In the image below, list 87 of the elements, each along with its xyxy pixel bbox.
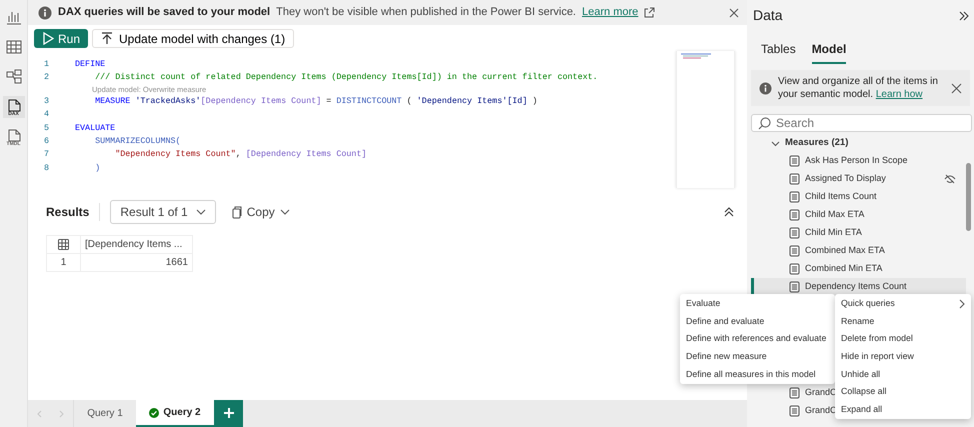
info-icon <box>38 6 52 20</box>
collapse-icon <box>723 206 735 218</box>
learn-how-link[interactable]: Learn how <box>876 89 923 100</box>
banner-message: They won't be visible when published in the Power BI service. <box>276 5 576 20</box>
menu-item[interactable]: Quick queries <box>835 295 971 313</box>
measure-item[interactable]: Child Min ETA <box>751 224 966 242</box>
tree-node[interactable]: Measures (21) <box>751 134 966 152</box>
measure-icon <box>789 405 800 417</box>
external-link-icon <box>644 7 656 18</box>
run-button[interactable]: Run <box>34 29 88 48</box>
code-line: SUMMARIZECOLUMNS( <box>94 134 181 148</box>
learn-more-link[interactable]: Learn more <box>582 4 638 21</box>
plus-icon <box>224 408 234 418</box>
next-icon <box>58 410 65 418</box>
table-cell: 1661 <box>80 254 192 272</box>
measure-item[interactable]: Child Items Count <box>751 188 966 206</box>
menu-item[interactable]: Unhide all <box>835 365 971 383</box>
line-number: 3 <box>42 94 50 108</box>
info-text: View and organize all of the items in your semantic model. Learn how <box>778 75 939 101</box>
previous-icon <box>36 410 42 418</box>
measure-icon <box>789 263 800 275</box>
close-icon <box>729 8 739 18</box>
menu-item[interactable]: Define and evaluate <box>680 312 835 330</box>
chevron-down-icon <box>196 209 206 215</box>
measure-item[interactable]: Combined Max ETA <box>751 242 966 260</box>
play-icon <box>42 32 54 45</box>
minimap-lines-drawing <box>680 53 711 59</box>
column-header[interactable]: [Dependency Items ... <box>80 236 192 254</box>
measure-item[interactable]: Combined Min ETA <box>751 260 966 278</box>
measure-icon <box>789 281 800 293</box>
search-field[interactable]: Search <box>751 114 972 132</box>
line-number: 7 <box>42 148 50 162</box>
measure-item[interactable]: GrandC <box>751 384 837 402</box>
menu-item[interactable]: Expand all <box>835 400 971 418</box>
chevron-down-icon <box>771 138 780 148</box>
code-line: EVALUATE <box>75 122 116 135</box>
upload-icon <box>101 32 114 45</box>
update-model-button[interactable]: Update model with changes (1) <box>92 29 294 48</box>
menu-item[interactable]: Define with references and evaluate <box>680 330 835 348</box>
results-title: Results <box>46 203 100 221</box>
code-line: DEFINE <box>75 58 106 71</box>
query-tab[interactable]: Query 2 <box>136 400 214 427</box>
line-number: 5 <box>42 122 50 135</box>
info-icon <box>759 82 772 94</box>
measure-item[interactable]: Child Max ETA <box>751 206 966 224</box>
line-number: 1 <box>42 58 50 71</box>
measure-icon <box>789 155 800 167</box>
copy-button[interactable]: Copy <box>226 203 296 221</box>
line-number: 6 <box>42 134 50 148</box>
panel-tab[interactable]: Tables <box>761 40 796 64</box>
menu-item[interactable]: Evaluate <box>680 295 835 313</box>
result-picker[interactable]: Result 1 of 1 <box>110 200 216 224</box>
measure-icon <box>789 209 800 221</box>
close-icon <box>951 82 962 94</box>
copy-icon <box>232 206 242 218</box>
panel-tab[interactable]: Model <box>812 40 846 64</box>
line-number: 8 <box>42 162 50 175</box>
add-query-button[interactable] <box>214 400 243 427</box>
code-line: "Dependency Items Count", [Dependency Items Count] <box>114 148 367 162</box>
search-icon <box>758 117 771 130</box>
collapse-pane-icon <box>958 10 970 22</box>
measure-icon <box>789 227 800 239</box>
code-line: ) <box>94 162 100 175</box>
menu-item[interactable]: Delete from model <box>835 330 971 348</box>
measure-icon <box>789 387 800 399</box>
measure-item[interactable]: Assigned To Display <box>751 170 966 188</box>
measure-icon <box>789 191 800 203</box>
menu-item[interactable]: Collapse all <box>835 382 971 401</box>
menu-item[interactable]: Define new measure <box>680 348 835 366</box>
table-icon <box>58 238 69 250</box>
code-line: /// Distinct count of related Dependency Items (Dependency Items[Id]) in the current filter context. <box>94 71 598 84</box>
measure-item[interactable]: GrandC <box>751 402 837 420</box>
code-line: MEASURE 'TrackedAsks'[Dependency Items Count] = DISTINCTCOUNT ( 'Dependency Items'[Id] ) <box>94 94 538 108</box>
measure-icon <box>789 173 800 185</box>
line-number: 2 <box>42 71 50 84</box>
scrollbar[interactable] <box>966 163 971 231</box>
measure-item[interactable]: Ask Has Person In Scope <box>751 152 966 170</box>
banner-title: DAX queries will be saved to your model <box>58 5 270 20</box>
chevron-down-icon <box>280 209 290 215</box>
panel-title: Data <box>753 6 783 25</box>
row-number: 1 <box>46 254 80 272</box>
menu-item[interactable]: Hide in report view <box>835 348 971 366</box>
line-number: 4 <box>42 108 50 122</box>
menu-item[interactable]: Define all measures in this model <box>680 365 835 383</box>
query-tab[interactable]: Query 1 <box>74 400 136 427</box>
menu-item[interactable]: Rename <box>835 312 971 330</box>
measure-icon <box>789 245 800 257</box>
